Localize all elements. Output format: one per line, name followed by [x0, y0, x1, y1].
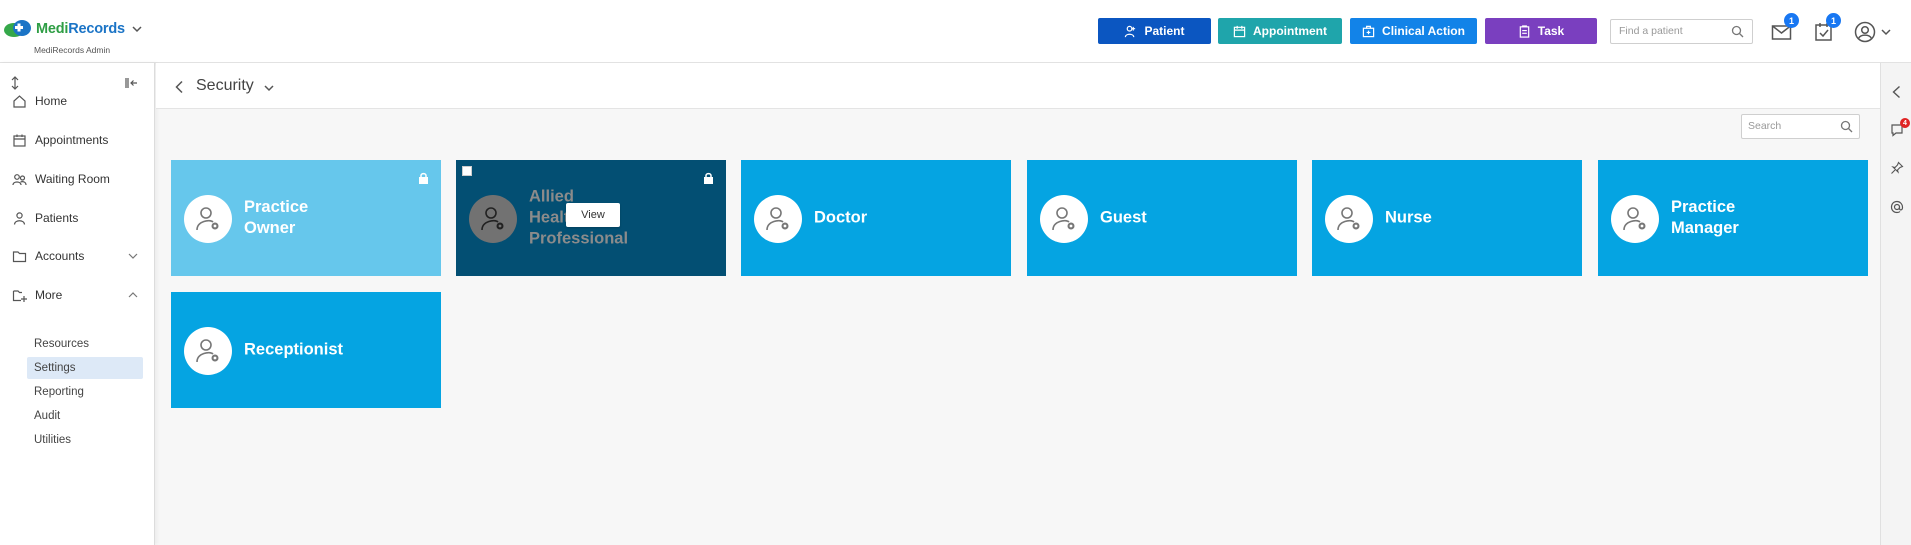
sidebar-item-label: Accounts: [35, 249, 85, 263]
role-card-receptionist[interactable]: Receptionist: [171, 292, 441, 408]
user-settings-icon: [1052, 207, 1075, 231]
role-card-practice-manager[interactable]: Practice Manager: [1598, 160, 1868, 276]
avatar: [754, 195, 802, 243]
sidebar-subitem-audit[interactable]: Audit: [27, 405, 143, 427]
avatar: [184, 195, 232, 243]
lock-icon: [419, 172, 428, 184]
chevron-down-icon[interactable]: [264, 83, 274, 93]
role-card-guest[interactable]: Guest: [1027, 160, 1297, 276]
tasks-button[interactable]: 1: [1812, 13, 1841, 44]
user-circle-icon: [1854, 21, 1876, 43]
sidebar-item-more[interactable]: More: [0, 281, 154, 309]
tasks-badge: 1: [1826, 13, 1841, 28]
brand-switcher[interactable]: MediRecords: [3, 19, 142, 38]
calendar-icon: [13, 134, 26, 147]
messages-badge: 1: [1784, 13, 1799, 28]
new-appointment-label: Appointment: [1253, 24, 1327, 38]
medirecords-logo-icon: [4, 20, 31, 37]
role-card-doctor[interactable]: Doctor: [741, 160, 1011, 276]
sidebar-item-label: Home: [35, 94, 68, 108]
find-patient-input[interactable]: [1619, 25, 1729, 37]
user-settings-icon: [1623, 207, 1646, 231]
user-settings-icon: [1337, 207, 1360, 231]
role-name: Doctor: [814, 208, 868, 227]
person-icon: [13, 211, 26, 225]
page-title[interactable]: Security: [196, 77, 254, 95]
user-settings-icon: [481, 207, 504, 231]
messages-button[interactable]: 1: [1770, 13, 1799, 44]
clinical-action-button[interactable]: Clinical Action: [1350, 18, 1477, 44]
sidebar-item-label: Waiting Room: [35, 172, 110, 186]
sidebar-subitem-reporting[interactable]: Reporting: [27, 381, 143, 403]
chevron-down-icon: [128, 253, 138, 259]
sidebar-subitem-resources[interactable]: Resources: [27, 333, 143, 355]
user-settings-icon: [766, 207, 789, 231]
avatar: [1325, 195, 1373, 243]
clinical-action-label: Clinical Action: [1382, 24, 1465, 38]
folder-icon: [12, 250, 27, 262]
new-patient-button[interactable]: Patient: [1098, 18, 1211, 44]
user-settings-icon: [196, 339, 219, 363]
new-task-label: Task: [1537, 24, 1565, 38]
right-rail: 4: [1880, 63, 1911, 545]
role-name: Practice Manager: [1671, 198, 1739, 237]
sidebar-item-label: Patients: [35, 211, 79, 225]
new-appointment-button[interactable]: Appointment: [1218, 18, 1342, 44]
page-header: Security: [156, 63, 1880, 109]
search-icon[interactable]: [1840, 120, 1853, 133]
sidebar-item-home[interactable]: Home: [0, 87, 154, 115]
role-card-nurse[interactable]: Nurse: [1312, 160, 1582, 276]
person-add-icon: [1125, 25, 1136, 37]
chevron-up-icon: [128, 292, 138, 298]
select-checkbox[interactable]: [462, 166, 472, 176]
calendar-icon: [1233, 25, 1246, 37]
role-name: Nurse: [1385, 208, 1432, 227]
lock-icon: [704, 172, 713, 184]
find-patient-field[interactable]: [1610, 19, 1753, 44]
sidebar-item-label: More: [35, 288, 63, 302]
user-settings-icon: [196, 207, 219, 231]
brand-subtitle: MediRecords Admin: [34, 45, 111, 55]
role-name: Receptionist: [244, 340, 344, 359]
sidebar-subitem-settings[interactable]: Settings: [27, 357, 143, 379]
new-patient-label: Patient: [1144, 24, 1185, 38]
clipboard-icon: [1519, 24, 1530, 38]
sidebar-subitem-utilities[interactable]: Utilities: [27, 429, 143, 451]
at-sign-icon[interactable]: [1890, 200, 1904, 214]
brand-name: MediRecords: [36, 20, 125, 37]
user-menu-button[interactable]: [1853, 20, 1877, 44]
chevron-left-icon[interactable]: [1890, 85, 1904, 99]
search-icon[interactable]: [1731, 25, 1744, 38]
role-card-practice-owner[interactable]: Practice Owner: [171, 160, 441, 276]
role-name: Practice Owner: [244, 198, 309, 237]
sidebar-item-appointments[interactable]: Appointments: [0, 126, 154, 154]
avatar: [1040, 195, 1088, 243]
sidebar-item-accounts[interactable]: Accounts: [0, 242, 154, 270]
chevron-down-icon[interactable]: [1881, 27, 1891, 37]
role-search-input[interactable]: [1748, 120, 1833, 132]
sidebar-item-patients[interactable]: Patients: [0, 204, 154, 232]
notification-badge: 4: [1900, 118, 1910, 128]
sidebar-item-label: Appointments: [35, 133, 109, 147]
role-name: Guest: [1100, 208, 1147, 227]
sidebar-item-waiting-room[interactable]: Waiting Room: [0, 165, 154, 193]
home-icon: [13, 94, 26, 108]
chevron-down-icon: [132, 25, 142, 32]
avatar: [469, 195, 517, 243]
folder-plus-icon: [12, 289, 27, 302]
top-header: MediRecords MediRecords Admin Patient Ap…: [0, 0, 1911, 63]
view-button[interactable]: View: [566, 203, 620, 227]
pin-icon[interactable]: [1890, 161, 1904, 175]
medical-bag-icon: [1362, 25, 1375, 37]
new-task-button[interactable]: Task: [1485, 18, 1597, 44]
role-card-allied-health-professional[interactable]: Allied Health Professional View: [456, 160, 726, 276]
avatar: [184, 327, 232, 375]
sidebar: Home Appointments Waiting Room Patients …: [0, 63, 155, 545]
back-arrow-icon[interactable]: [174, 80, 185, 94]
avatar: [1611, 195, 1659, 243]
role-search-field[interactable]: [1741, 114, 1860, 139]
people-icon: [12, 173, 27, 185]
